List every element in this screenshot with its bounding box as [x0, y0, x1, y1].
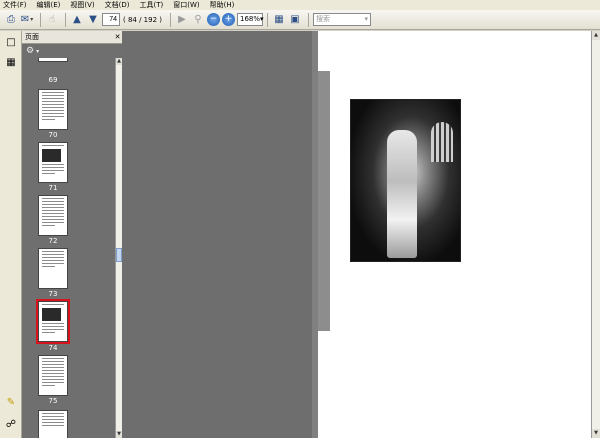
paperclip-icon[interactable]: ☍: [5, 419, 17, 431]
menu-edit[interactable]: 编辑(E): [37, 0, 61, 10]
pages-icon[interactable]: □: [5, 37, 17, 49]
menu-bar: 文件(F) 编辑(E) 视图(V) 文档(D) 工具(T) 窗口(W) 帮助(H…: [0, 0, 600, 10]
zoom-level-select[interactable]: 168% ▾: [237, 13, 264, 26]
fit-page-icon[interactable]: ▣: [288, 13, 302, 27]
document-scrollbar[interactable]: ▲ ▼: [591, 31, 600, 438]
thumbnail-label: 70: [48, 131, 58, 139]
document-view[interactable]: [122, 31, 600, 438]
zoom-tool-icon[interactable]: ⚲: [191, 13, 205, 27]
page-thumbnail-current[interactable]: [36, 299, 70, 344]
toolbar-separator: [267, 12, 268, 27]
search-placeholder: 搜索: [316, 15, 330, 23]
page-thumbnail[interactable]: [38, 195, 68, 236]
portrait-photo: [350, 99, 461, 262]
search-input[interactable]: 搜索 ▾: [313, 13, 371, 26]
zoom-level-value: 168%: [240, 15, 261, 23]
menu-tools[interactable]: 工具(T): [140, 0, 164, 10]
page-thumbnail[interactable]: [38, 248, 68, 289]
up-arrow-icon[interactable]: ▲: [70, 13, 84, 27]
menu-view[interactable]: 视图(V): [70, 0, 94, 10]
thumbnail-label: 74: [48, 344, 58, 352]
thumbnail-strip[interactable]: 69 70 71 72 73 74 75: [22, 58, 115, 438]
page-thumbnail[interactable]: [38, 89, 68, 130]
thumbnail-label: 69: [48, 76, 58, 84]
thumbnail-label: 71: [48, 184, 58, 192]
scroll-up-icon[interactable]: ▲: [592, 31, 600, 40]
figure-illustration: [387, 130, 417, 258]
options-menu-button[interactable]: ⚙ ▾: [22, 45, 122, 57]
chevron-down-icon: ▾: [260, 15, 264, 23]
toolbar-separator: [40, 12, 41, 27]
page-background: [122, 31, 312, 438]
thumbnail-scrollbar[interactable]: ▲ ▼: [115, 58, 122, 438]
chevron-down-icon: ▾: [364, 15, 368, 23]
toolbar-separator: [65, 12, 66, 27]
page-thumbnail[interactable]: [38, 58, 68, 62]
minus-icon[interactable]: −: [207, 13, 220, 26]
menu-window[interactable]: 窗口(W): [173, 0, 199, 10]
scroll-down-icon[interactable]: ▼: [592, 429, 600, 438]
bookmark-icon[interactable]: ▦: [5, 57, 17, 69]
thumbnail-label: 72: [48, 237, 58, 245]
menu-file[interactable]: 文件(F): [3, 0, 27, 10]
comment-icon[interactable]: ✎: [5, 397, 17, 409]
thumbnail-label: 73: [48, 290, 58, 298]
toolbar-separator: [170, 12, 171, 27]
toolbar: ⎙ ✉▾ ☝ ▲ ▼ ( 84 / 192 ) ▶ ⚲ − + 168%▾ ▦ …: [0, 10, 600, 30]
pane-title: 页面: [25, 33, 39, 41]
close-icon[interactable]: ✕: [113, 33, 122, 41]
chevron-down-icon: ▾: [36, 47, 40, 55]
plus-icon[interactable]: +: [222, 13, 235, 26]
page-thumbnail[interactable]: [38, 142, 68, 183]
page-number-input[interactable]: [102, 13, 120, 26]
floppy-icon[interactable]: ▦: [272, 13, 286, 27]
page-thumbnail[interactable]: [38, 410, 68, 438]
window-illustration: [431, 122, 453, 162]
email-icon[interactable]: ✉ ▾: [20, 13, 34, 27]
previous-page-edge: [318, 71, 330, 331]
hand-tool-icon[interactable]: ☝: [45, 13, 59, 27]
page-thumbnail[interactable]: [38, 355, 68, 396]
page-thumbnails-pane: 页面 ✕ ⚙ ▾ 69 70 71 72 73 74 75 ▲ ▼: [22, 31, 122, 438]
down-arrow-icon[interactable]: ▼: [86, 13, 100, 27]
left-icon-rail: □ ▦ ✎ ☍: [0, 31, 22, 438]
options-icon: ⚙: [26, 46, 35, 56]
thumbnail-label: 75: [48, 397, 58, 405]
menu-document[interactable]: 文档(D): [105, 0, 130, 10]
document-page: [318, 31, 600, 438]
toolbar-separator: [308, 12, 309, 27]
printer-icon[interactable]: ⎙: [4, 13, 18, 27]
page-count: ( 84 / 192 ): [123, 15, 162, 24]
menu-help[interactable]: 帮助(H): [210, 0, 235, 10]
select-tool-icon[interactable]: ▶: [175, 13, 189, 27]
pane-header: 页面 ✕: [22, 31, 122, 44]
